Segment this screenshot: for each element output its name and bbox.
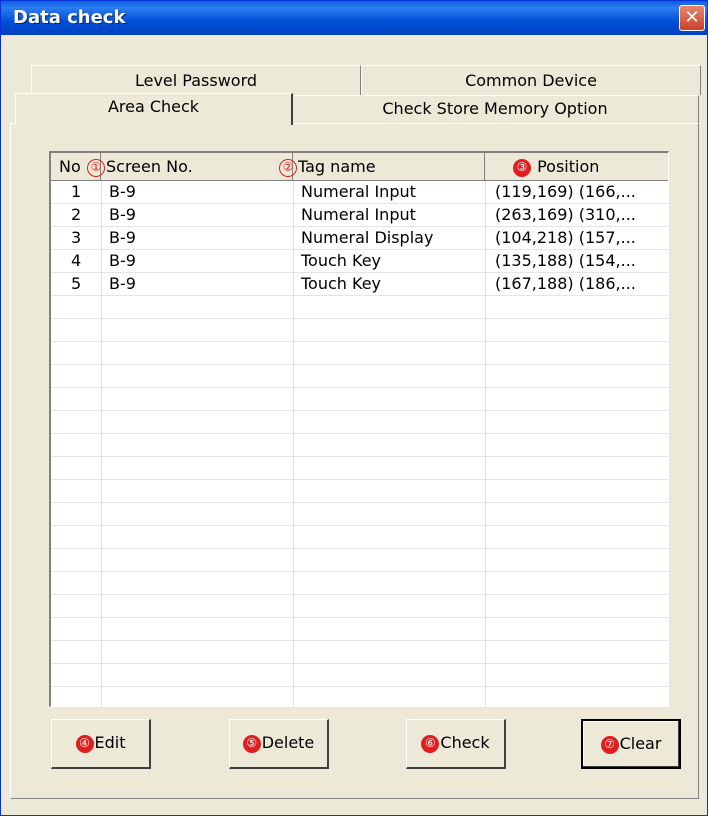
marker-7: ⑦ — [600, 735, 619, 754]
cell-position: (104,218) (157,... — [495, 228, 636, 247]
close-button[interactable]: ✕ — [679, 5, 705, 31]
marker-3: ③ — [513, 158, 531, 177]
edit-button[interactable]: ④ Edit — [51, 719, 151, 769]
empty-row — [51, 618, 668, 641]
empty-row — [51, 388, 668, 411]
column-header-screen-no[interactable]: ① Screen No. — [87, 153, 293, 181]
marker-4: ④ — [75, 734, 94, 753]
column-header-tag-name[interactable]: ② Tag name — [279, 153, 485, 181]
edit-label: Edit — [94, 733, 126, 752]
cell-tag-name: Touch Key — [301, 251, 382, 270]
tab-check-store-memory-option[interactable]: Check Store Memory Option — [291, 95, 699, 123]
table-row[interactable]: 4 B-9 Touch Key (135,188) (154,... — [51, 250, 668, 273]
cell-position: (119,169) (166,... — [495, 182, 636, 201]
cell-screen-no: B-9 — [109, 228, 136, 247]
cell-tag-name: Numeral Display — [301, 228, 434, 247]
marker-2: ② — [279, 158, 297, 177]
table-row[interactable]: 3 B-9 Numeral Display (104,218) (157,... — [51, 227, 668, 250]
empty-row — [51, 572, 668, 595]
empty-row — [51, 641, 668, 664]
tab-label: Level Password — [134, 71, 258, 90]
empty-row — [51, 503, 668, 526]
delete-button[interactable]: ⑤ Delete — [229, 719, 329, 769]
clear-button[interactable]: ⑦ Clear — [581, 719, 681, 769]
cell-position: (135,188) (154,... — [495, 251, 636, 270]
check-button[interactable]: ⑥ Check — [406, 719, 506, 769]
cell-tag-name: Touch Key — [301, 274, 382, 293]
list-header: No ① Screen No. ② Tag name ③ Position — [51, 153, 668, 181]
cell-screen-no: B-9 — [109, 205, 136, 224]
tab-common-device[interactable]: Common Device — [361, 65, 701, 95]
table-row[interactable]: 1 B-9 Numeral Input (119,169) (166,... — [51, 181, 668, 204]
marker-6: ⑥ — [421, 734, 440, 753]
cell-tag-name: Numeral Input — [301, 205, 416, 224]
cell-no: 1 — [71, 182, 82, 201]
tab-level-password[interactable]: Level Password — [31, 65, 361, 95]
close-icon: ✕ — [684, 7, 700, 28]
cell-no: 2 — [71, 205, 82, 224]
tab-label: Area Check — [107, 97, 200, 116]
cell-screen-no: B-9 — [109, 182, 136, 201]
empty-row — [51, 480, 668, 503]
empty-row — [51, 526, 668, 549]
tab-area-check[interactable]: Area Check — [15, 93, 293, 125]
clear-label: Clear — [619, 734, 662, 753]
tab-label: Check Store Memory Option — [382, 99, 608, 118]
empty-row — [51, 365, 668, 388]
data-check-dialog: Data check ✕ Level Password Common Devic… — [0, 0, 708, 816]
delete-label: Delete — [261, 733, 315, 752]
cell-position: (263,169) (310,... — [495, 205, 636, 224]
table-row[interactable]: 5 B-9 Touch Key (167,188) (186,... — [51, 273, 668, 296]
empty-row — [51, 296, 668, 319]
column-header-position[interactable]: ③ Position — [485, 153, 668, 181]
area-check-list[interactable]: No ① Screen No. ② Tag name ③ Position 1 B-… — [49, 151, 669, 707]
cell-no: 4 — [71, 251, 82, 270]
empty-row — [51, 549, 668, 572]
empty-row — [51, 319, 668, 342]
marker-1: ① — [87, 158, 105, 177]
cell-screen-no: B-9 — [109, 274, 136, 293]
table-row[interactable]: 2 B-9 Numeral Input (263,169) (310,... — [51, 204, 668, 227]
empty-row — [51, 595, 668, 618]
cell-position: (167,188) (186,... — [495, 274, 636, 293]
empty-row — [51, 664, 668, 687]
cell-no: 3 — [71, 228, 82, 247]
window-title: Data check — [13, 7, 126, 28]
cell-tag-name: Numeral Input — [301, 182, 416, 201]
tab-label: Common Device — [465, 71, 597, 90]
empty-row — [51, 687, 668, 706]
marker-5: ⑤ — [242, 734, 261, 753]
cell-no: 5 — [71, 274, 82, 293]
empty-row — [51, 411, 668, 434]
title-bar[interactable]: Data check ✕ — [1, 1, 707, 35]
empty-row — [51, 457, 668, 480]
empty-row — [51, 342, 668, 365]
check-label: Check — [440, 733, 490, 752]
empty-row — [51, 434, 668, 457]
cell-screen-no: B-9 — [109, 251, 136, 270]
